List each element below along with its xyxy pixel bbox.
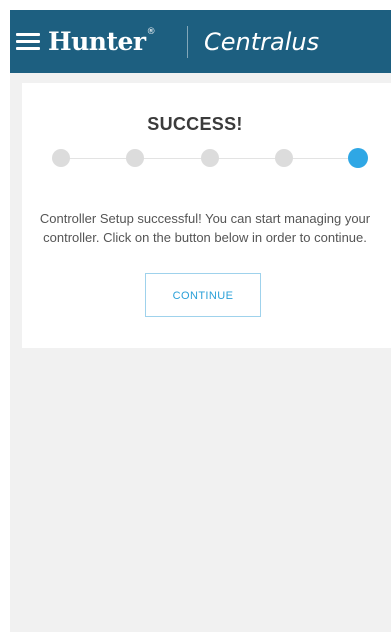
registered-mark: ® xyxy=(146,27,156,37)
product-name: Centralus xyxy=(204,28,320,56)
menu-icon-bar xyxy=(16,33,40,36)
mobile-app-screen: Hunter ® Centralus SUCCESS! Controller S… xyxy=(10,10,391,632)
progress-step-1 xyxy=(52,149,70,167)
progress-step-4 xyxy=(275,149,293,167)
setup-success-card: SUCCESS! Controller Setup successful! Yo… xyxy=(22,83,391,348)
progress-step-5-current xyxy=(348,148,368,168)
hamburger-menu-icon[interactable] xyxy=(16,33,40,51)
setup-success-message: Controller Setup successful! You can sta… xyxy=(39,211,371,245)
progress-step-2 xyxy=(126,149,144,167)
header-divider xyxy=(187,26,188,58)
hunter-logo: Hunter ® xyxy=(48,25,156,59)
app-header: Hunter ® Centralus xyxy=(10,10,391,73)
continue-button[interactable]: CONTINUE xyxy=(145,273,261,317)
success-title: SUCCESS! xyxy=(147,114,243,135)
menu-icon-bar xyxy=(16,40,40,43)
menu-icon-bar xyxy=(16,47,40,50)
brand-name: Hunter xyxy=(48,27,146,56)
progress-step-3 xyxy=(201,149,219,167)
setup-progress-stepper xyxy=(22,148,391,170)
